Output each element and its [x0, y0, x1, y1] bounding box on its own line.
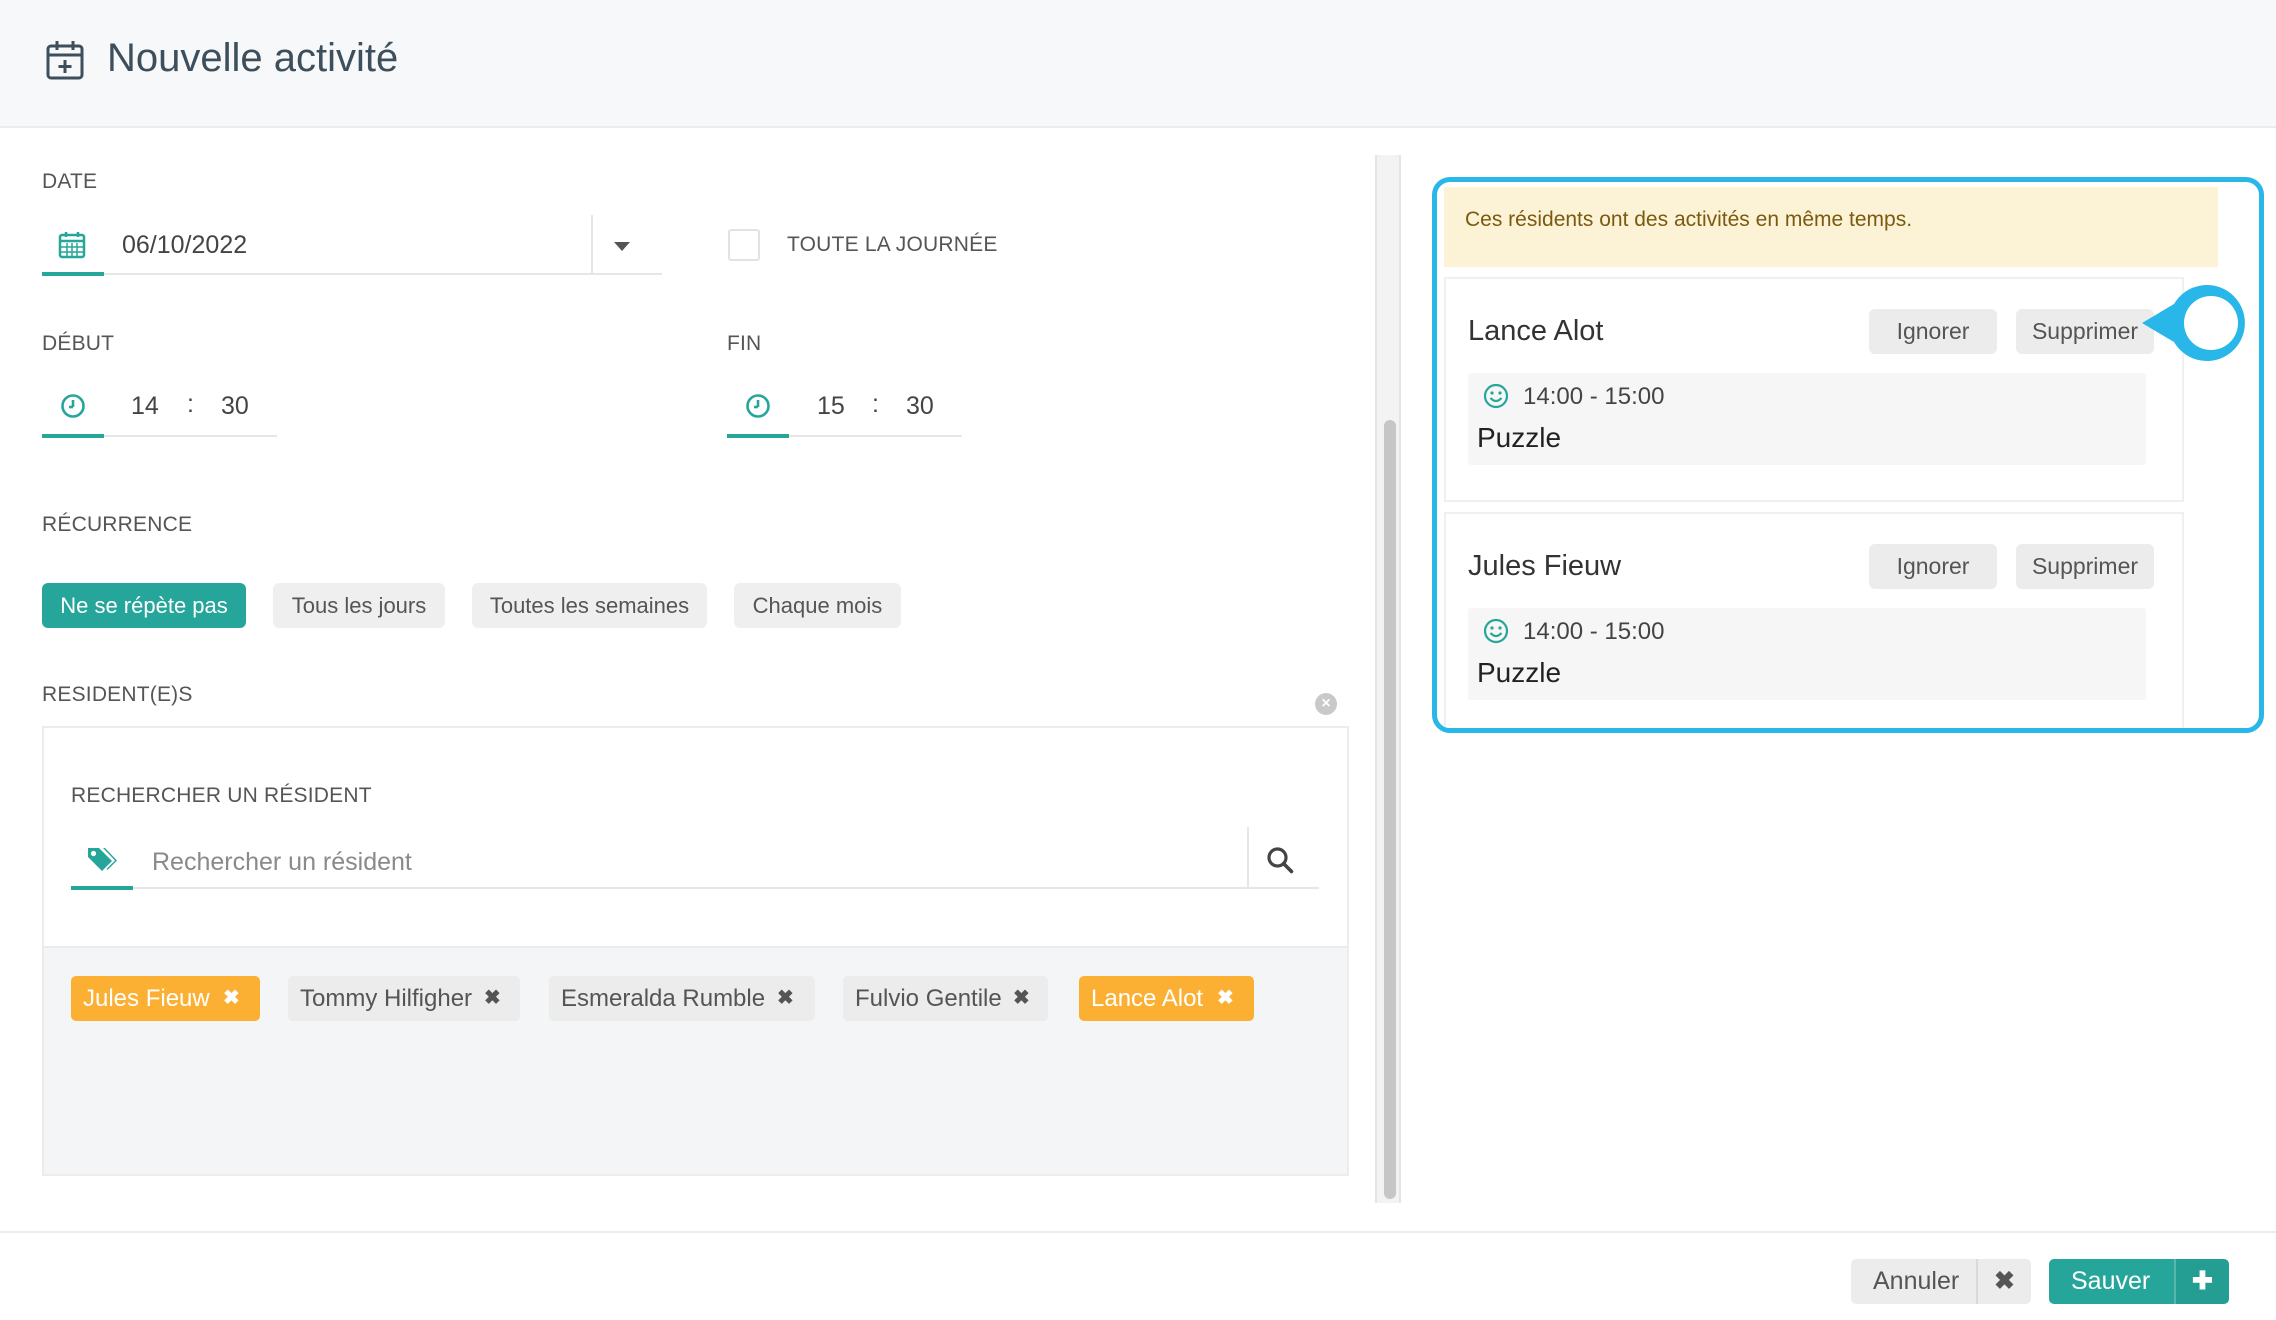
- smile-icon: [1483, 618, 1509, 644]
- resident-tag[interactable]: Esmeralda Rumble ✖: [549, 976, 815, 1021]
- close-icon: ✖: [1976, 1259, 2031, 1304]
- start-time-separator: :: [187, 390, 194, 418]
- resident-tag-name: Lance Alot: [1091, 985, 1204, 1012]
- search-resident-input[interactable]: [152, 840, 1247, 884]
- chevron-down-icon[interactable]: [614, 242, 630, 251]
- resident-tag-name: Fulvio Gentile: [855, 985, 1002, 1012]
- tags-icon: [88, 848, 117, 871]
- callout-pointer-icon: [2142, 285, 2245, 361]
- recurrence-option-monthly[interactable]: Chaque mois: [734, 583, 901, 628]
- cancel-button[interactable]: Annuler ✖: [1851, 1259, 2031, 1304]
- start-minute[interactable]: 30: [221, 392, 249, 421]
- resident-tag-name: Tommy Hilfigher: [300, 985, 473, 1012]
- conflicts-panel: Ces résidents ont des activités en même …: [1432, 177, 2264, 733]
- date-separator: [591, 215, 593, 275]
- resident-tag-name: Esmeralda Rumble: [561, 985, 766, 1012]
- conflict-activity-name: Puzzle: [1477, 422, 1562, 453]
- clear-residents-button[interactable]: ×: [1315, 693, 1337, 715]
- clock-icon: [61, 394, 85, 418]
- resident-tag[interactable]: Fulvio Gentile ✖: [843, 976, 1048, 1021]
- end-time-separator: :: [872, 390, 879, 418]
- clock-icon: [746, 394, 770, 418]
- resident-tag[interactable]: Lance Alot ✖: [1079, 976, 1254, 1021]
- end-label: FIN: [727, 332, 762, 355]
- start-hour[interactable]: 14: [131, 392, 159, 421]
- cancel-label: Annuler: [1873, 1267, 1960, 1295]
- resident-tag[interactable]: Tommy Hilfigher ✖: [288, 976, 520, 1021]
- date-field[interactable]: 06/10/2022: [122, 231, 247, 260]
- remove-icon[interactable]: ✖: [777, 976, 794, 1021]
- conflict-card: Jules Fieuw Ignorer Supprimer 14:00 - 15…: [1444, 512, 2184, 728]
- conflict-card: Lance Alot Ignorer Supprimer 14:00 - 15:…: [1444, 277, 2184, 502]
- recurrence-option-daily[interactable]: Tous les jours: [273, 583, 445, 628]
- conflict-resident-name: Lance Alot: [1468, 315, 1604, 347]
- ignore-button[interactable]: Ignorer: [1869, 309, 1997, 354]
- all-day-checkbox[interactable]: [728, 229, 760, 261]
- remove-icon[interactable]: ✖: [484, 976, 501, 1021]
- residents-label: RESIDENT(E)S: [42, 683, 193, 706]
- page-title: Nouvelle activité: [107, 36, 399, 80]
- conflict-warning: Ces résidents ont des activités en même …: [1444, 187, 2218, 267]
- smile-icon: [1483, 383, 1509, 409]
- recurrence-label: RÉCURRENCE: [42, 513, 193, 536]
- end-hour[interactable]: 15: [817, 392, 845, 421]
- conflict-resident-name: Jules Fieuw: [1468, 550, 1622, 582]
- conflict-time: 14:00 - 15:00: [1523, 618, 1665, 645]
- start-label: DÉBUT: [42, 332, 115, 355]
- remove-icon[interactable]: ✖: [223, 976, 240, 1021]
- search-icon[interactable]: [1266, 846, 1294, 874]
- footer-divider: [0, 1231, 2276, 1233]
- resident-tag[interactable]: Jules Fieuw ✖: [71, 976, 260, 1021]
- end-accent: [727, 434, 789, 438]
- conflict-time: 14:00 - 15:00: [1523, 383, 1665, 410]
- end-minute[interactable]: 30: [906, 392, 934, 421]
- search-resident-label: RECHERCHER UN RÉSIDENT: [71, 784, 372, 807]
- delete-button[interactable]: Supprimer: [2016, 309, 2154, 354]
- recurrence-option-weekly[interactable]: Toutes les semaines: [472, 583, 707, 628]
- page-header: Nouvelle activité: [0, 0, 2276, 128]
- conflict-activity: 14:00 - 15:00 Puzzle: [1468, 608, 2146, 700]
- recurrence-option-none[interactable]: Ne se répète pas: [42, 583, 246, 628]
- conflict-activity-name: Puzzle: [1477, 657, 1562, 688]
- remove-icon[interactable]: ✖: [1217, 976, 1234, 1021]
- calendar-plus-icon: [46, 41, 84, 80]
- resident-tag-name: Jules Fieuw: [83, 985, 210, 1012]
- search-separator: [1247, 827, 1249, 887]
- delete-button[interactable]: Supprimer: [2016, 544, 2154, 589]
- start-accent: [42, 434, 104, 438]
- date-accent: [42, 272, 104, 276]
- conflict-activity: 14:00 - 15:00 Puzzle: [1468, 373, 2146, 465]
- plus-icon: ✚: [2174, 1259, 2229, 1304]
- scrollbar-thumb[interactable]: [1384, 420, 1396, 1199]
- date-underline: [42, 273, 662, 275]
- search-accent: [71, 886, 133, 890]
- save-button[interactable]: Sauver ✚: [2049, 1259, 2229, 1304]
- date-label: DATE: [42, 170, 98, 193]
- calendar-icon: [58, 232, 86, 259]
- all-day-label: TOUTE LA JOURNÉE: [787, 233, 998, 256]
- search-underline: [71, 887, 1319, 889]
- remove-icon[interactable]: ✖: [1013, 976, 1030, 1021]
- ignore-button[interactable]: Ignorer: [1869, 544, 1997, 589]
- save-label: Sauver: [2071, 1267, 2151, 1295]
